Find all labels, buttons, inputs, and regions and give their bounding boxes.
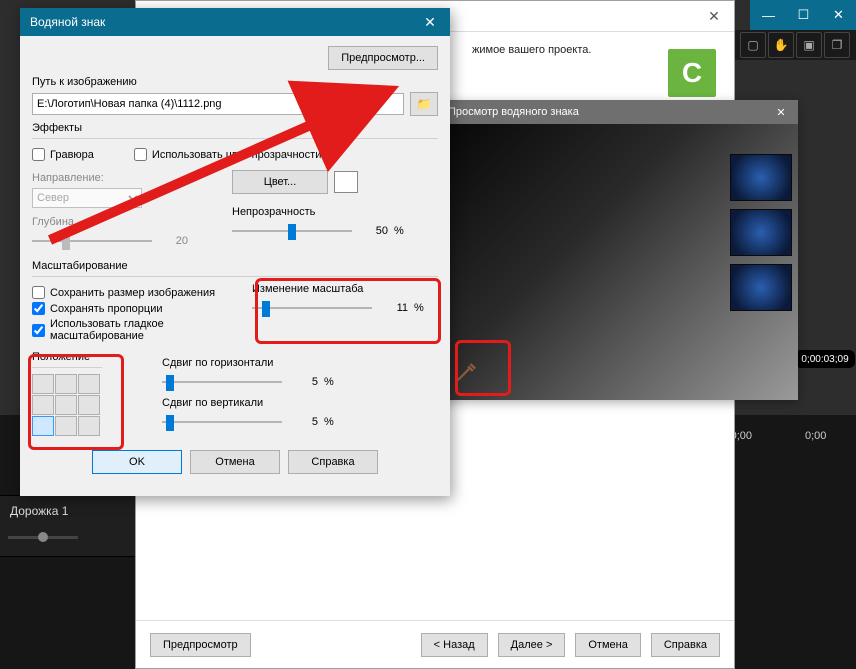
hshift-label: Сдвиг по горизонтали: [162, 357, 334, 369]
direction-select: Север: [32, 188, 142, 208]
help-button[interactable]: Справка: [288, 450, 378, 474]
minimize-button[interactable]: —: [751, 0, 786, 30]
video-thumb: [730, 209, 792, 256]
position-bottom-left[interactable]: [32, 416, 54, 436]
ok-button[interactable]: OK: [92, 450, 182, 474]
timecode: 0;00:03;09: [795, 350, 855, 368]
wizard-button-bar: Предпросмотр < Назад Далее > Отмена Спра…: [136, 620, 734, 668]
watermark-dialog: Водяной знак ✕ Предпросмотр... Путь к из…: [20, 8, 450, 496]
depth-value: 20: [158, 235, 188, 247]
track-header[interactable]: Дорожка 1: [0, 495, 135, 557]
opacity-slider[interactable]: [232, 222, 352, 240]
use-transparency-checkbox[interactable]: Использовать цвет прозрачности: [134, 148, 321, 161]
pan-icon[interactable]: ✋: [768, 32, 794, 58]
scale-label: Изменение масштаба: [252, 283, 424, 295]
browse-button[interactable]: 📁: [410, 92, 438, 116]
opacity-value: 50: [358, 225, 388, 237]
vshift-slider[interactable]: [162, 413, 282, 431]
video-thumb: [730, 264, 792, 311]
scale-value: 11: [378, 302, 408, 314]
opacity-label: Непрозрачность: [232, 206, 404, 218]
dialog-close-button[interactable]: ✕: [410, 8, 450, 36]
scale-slider[interactable]: [252, 299, 372, 317]
watermark-icon: [453, 357, 481, 385]
depth-slider: [32, 232, 152, 250]
path-label: Путь к изображению: [32, 76, 438, 88]
scale-unit: %: [414, 302, 424, 314]
vshift-label: Сдвиг по вертикали: [162, 397, 334, 409]
maximize-button[interactable]: ☐: [786, 0, 821, 30]
dialog-title: Водяной знак: [30, 15, 105, 29]
position-grid[interactable]: [32, 374, 132, 436]
vshift-value: 5: [288, 416, 318, 428]
preview-titlebar[interactable]: Просмотр водяного знака ✕: [438, 100, 798, 124]
color-button[interactable]: Цвет...: [232, 170, 328, 194]
snapshot-icon[interactable]: ▣: [796, 32, 822, 58]
emboss-checkbox[interactable]: Гравюра: [32, 148, 94, 161]
path-input[interactable]: [32, 93, 404, 115]
hshift-value: 5: [288, 376, 318, 388]
wizard-cancel-button[interactable]: Отмена: [575, 633, 640, 657]
ruler-mark-2: 0;00: [805, 430, 826, 442]
opacity-unit: %: [394, 225, 404, 237]
direction-label: Направление:: [32, 172, 104, 184]
keep-size-checkbox[interactable]: Сохранить размер изображения: [32, 286, 232, 299]
position-group-label: Положение: [32, 351, 132, 363]
scaling-group-label: Масштабирование: [32, 260, 438, 272]
dialog-preview-button[interactable]: Предпросмотр...: [328, 46, 438, 70]
watermark-preview-window: Просмотр водяного знака ✕: [438, 100, 798, 400]
wizard-help-button[interactable]: Справка: [651, 633, 720, 657]
app-window-controls: — ☐ ✕: [750, 0, 856, 30]
color-swatch: [334, 171, 358, 193]
track-label: Дорожка 1: [0, 496, 135, 526]
video-thumb: [730, 154, 792, 201]
cancel-button[interactable]: Отмена: [190, 450, 280, 474]
camtasia-logo: C: [668, 49, 716, 97]
wizard-next-button[interactable]: Далее >: [498, 633, 566, 657]
effects-group-label: Эффекты: [32, 122, 438, 134]
hshift-slider[interactable]: [162, 373, 282, 391]
preview-canvas: [438, 124, 798, 400]
wizard-preview-button[interactable]: Предпросмотр: [150, 633, 251, 657]
wizard-back-button[interactable]: < Назад: [421, 633, 488, 657]
dialog-titlebar[interactable]: Водяной знак ✕: [20, 8, 450, 36]
depth-label: Глубина: [32, 216, 74, 228]
preview-close-button[interactable]: ✕: [766, 100, 796, 124]
wizard-close-button[interactable]: ✕: [694, 1, 734, 31]
detach-icon[interactable]: ❐: [824, 32, 850, 58]
preview-title: Просмотр водяного знака: [448, 106, 579, 118]
track-volume-knob[interactable]: [38, 532, 48, 542]
smooth-scale-checkbox[interactable]: Использовать гладкое масштабирование: [32, 318, 232, 342]
crop-icon[interactable]: ▢: [740, 32, 766, 58]
keep-ratio-checkbox[interactable]: Сохранять пропорции: [32, 302, 232, 315]
close-button[interactable]: ✕: [821, 0, 856, 30]
